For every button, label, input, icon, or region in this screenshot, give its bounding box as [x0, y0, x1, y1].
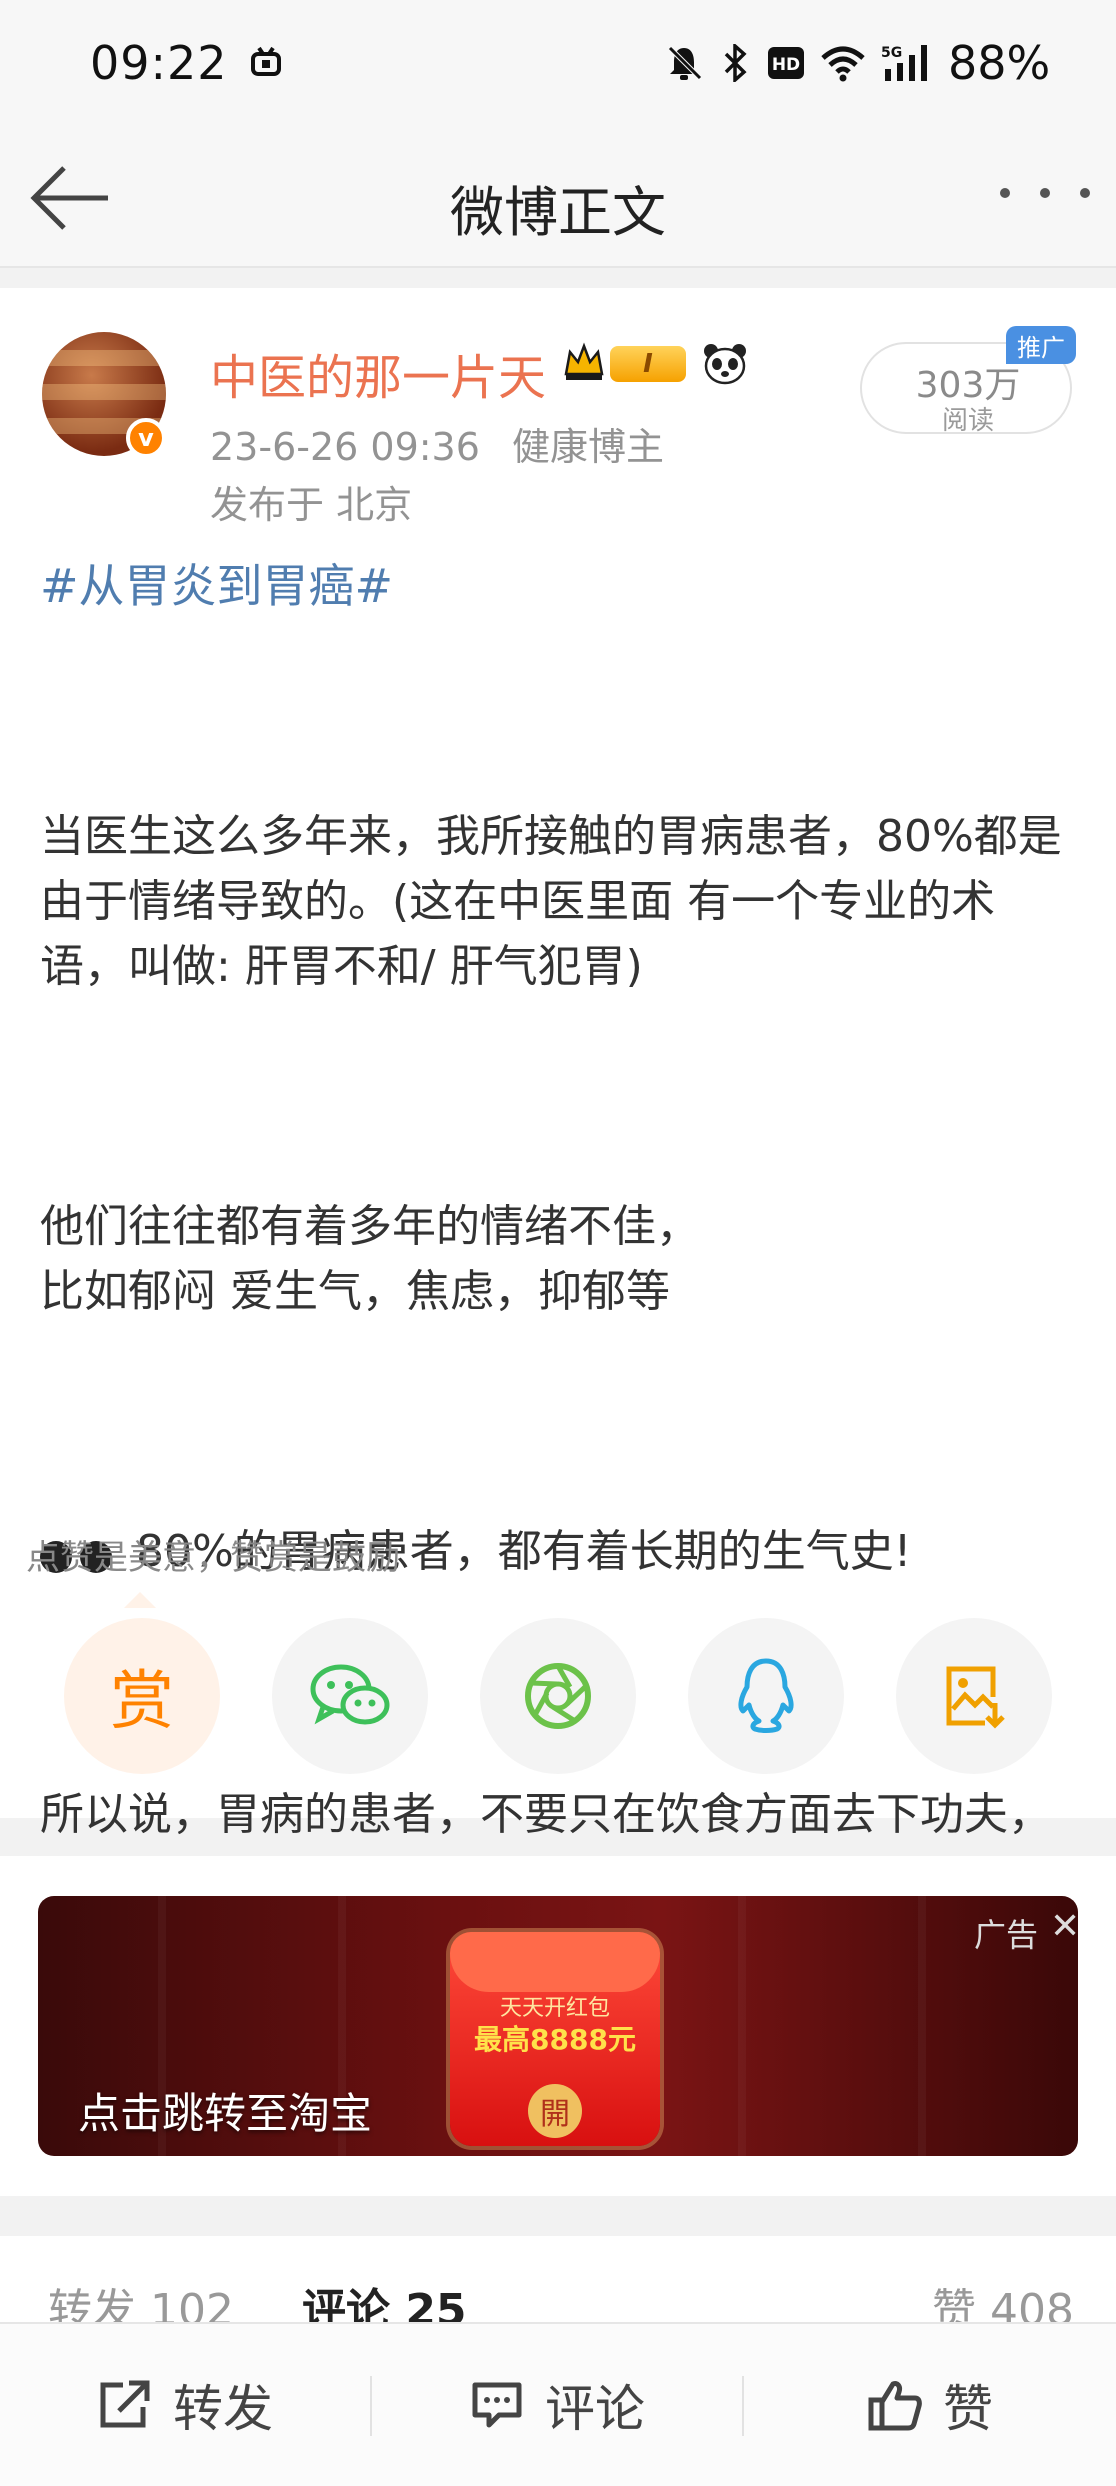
post-card: v 中医的那一片天 I 23-6-26 09:36 健康博主 发布于 北京 30… [0, 288, 1116, 1970]
thumbs-up-icon [868, 2381, 922, 2431]
stats-tabs: 转发 102 评论 25 赞 408 [0, 2236, 1116, 2336]
post-location: 发布于 北京 [210, 483, 413, 527]
media-icon [246, 40, 286, 86]
svg-text:5G: 5G [881, 45, 902, 61]
svg-text:HD: HD [772, 55, 800, 75]
username[interactable]: 中医的那一片天 [210, 338, 546, 408]
verified-badge-icon: v [126, 418, 166, 458]
post-meta: 23-6-26 09:36 健康博主 [210, 416, 664, 471]
panda-icon [702, 342, 748, 386]
like-label: 赞 [943, 2380, 993, 2438]
status-time: 09:22 [90, 36, 228, 90]
reward-prompt: 点赞是美意，赞赏是鼓励 [26, 1538, 400, 1578]
wechat-icon [310, 1664, 390, 1725]
moments-share-button[interactable] [480, 1618, 636, 1774]
save-image-icon [946, 1666, 1005, 1729]
mute-icon [664, 40, 704, 86]
reward-icon: 赏 [110, 1665, 174, 1739]
wechat-share-button[interactable] [272, 1618, 428, 1774]
reward-button[interactable]: 赏 [64, 1618, 220, 1774]
reward-pointer [124, 1592, 156, 1608]
qq-share-button[interactable] [688, 1618, 844, 1774]
moments-icon [525, 1663, 591, 1729]
qq-icon [738, 1658, 794, 1733]
red-envelope-image: 天天开红包 最高8888元 開 [450, 1932, 660, 2146]
forward-button[interactable]: 转发 [0, 2324, 370, 2486]
paragraph: 当医生这么多年来，我所接触的胃病患者，80%都是由于情绪导致的。(这在中医里面 … [40, 811, 1062, 992]
forward-label: 转发 [173, 2380, 273, 2438]
forward-icon [100, 2380, 150, 2428]
like-button[interactable]: 赞 [744, 2324, 1116, 2486]
bluetooth-icon [720, 40, 752, 86]
wifi-icon [818, 40, 868, 86]
comment-label: 评论 [545, 2380, 645, 2438]
bag-text-2: 最高8888元 [474, 2023, 636, 2056]
page-title: 微博正文 [450, 181, 666, 244]
author-tag: 健康博主 [512, 425, 665, 469]
nav-bar: 微博正文 [0, 130, 1116, 268]
battery-level: 88% [948, 36, 1051, 90]
ad-banner[interactable]: 天天开红包 最高8888元 開 点击跳转至淘宝 广告 ✕ [38, 1896, 1078, 2156]
paragraph: 他们往往都有着多年的情绪不佳， 比如郁闷 爱生气，焦虑，抑郁等 [40, 1201, 700, 1317]
post-date: 23-6-26 09:36 [210, 425, 480, 469]
bag-seal: 開 [528, 2084, 582, 2138]
status-bar: 09:22 HD 5G 88% [0, 0, 1116, 130]
read-label: 阅读 [941, 406, 994, 436]
ad-label: 广告 [974, 1916, 1039, 1954]
hashtag-link[interactable]: #从胃炎到胃癌# [40, 550, 393, 616]
promo-tag: 推广 [1006, 326, 1076, 364]
level-badge: I [610, 346, 686, 382]
comment-icon [472, 2382, 522, 2428]
crown-icon [562, 340, 606, 384]
bottom-action-bar: 转发 评论 赞 [0, 2322, 1116, 2486]
ad-caption: 点击跳转至淘宝 [78, 2089, 373, 2138]
hd-icon: HD [766, 40, 806, 86]
save-image-button[interactable] [896, 1618, 1052, 1774]
comment-button[interactable]: 评论 [372, 2324, 742, 2486]
close-ad-icon[interactable]: ✕ [1050, 1906, 1078, 1947]
ad-card: 天天开红包 最高8888元 開 点击跳转至淘宝 广告 ✕ [0, 1856, 1116, 2196]
signal-5g-icon: 5G [880, 40, 938, 86]
more-options-icon[interactable] [1000, 178, 1090, 208]
